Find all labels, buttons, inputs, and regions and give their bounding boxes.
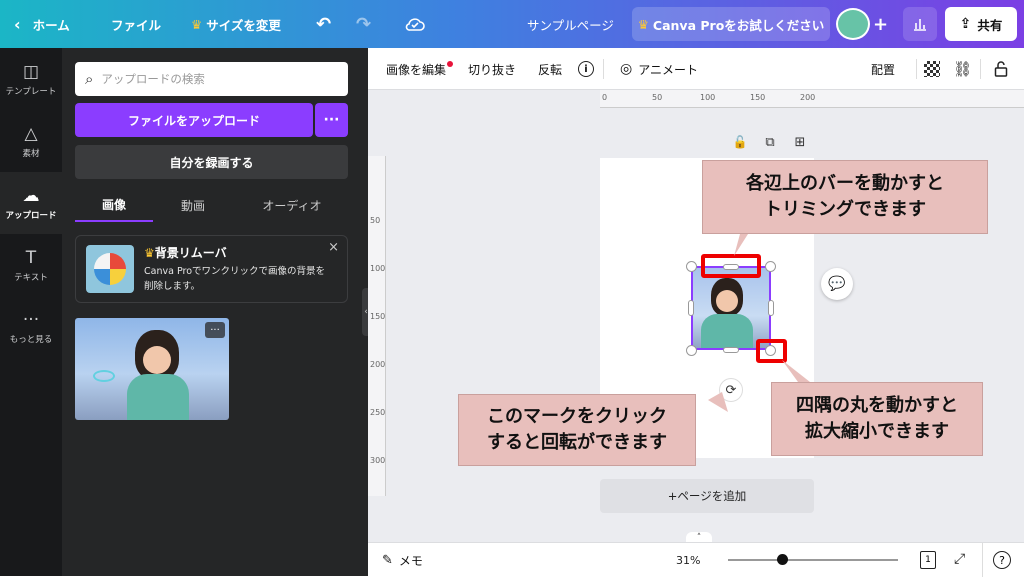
rail-item-templates[interactable]: ◫ テンプレート bbox=[0, 48, 62, 110]
search-placeholder: アップロードの検索 bbox=[101, 72, 205, 86]
resize-label: サイズを変更 bbox=[206, 17, 281, 33]
design-title[interactable]: サンプルページ bbox=[527, 0, 614, 48]
chevron-left-icon: ‹ bbox=[14, 14, 21, 34]
zoom-slider[interactable] bbox=[728, 554, 898, 565]
tab-audio[interactable]: オーディオ bbox=[242, 188, 342, 222]
upload-more-button[interactable]: ··· bbox=[315, 103, 348, 137]
shapes-icon: △ bbox=[24, 123, 38, 144]
cloud-saved-icon[interactable] bbox=[404, 0, 426, 48]
file-menu-button[interactable]: ファイル bbox=[111, 0, 161, 48]
notes-label: メモ bbox=[398, 553, 423, 568]
redo-icon[interactable]: ↷ bbox=[356, 0, 371, 48]
thumbnail-more-button[interactable]: ··· bbox=[205, 322, 225, 338]
share-label: 共有 bbox=[977, 17, 1003, 33]
uploads-panel: ⌕ アップロードの検索 ファイルをアップロード ··· 自分を録画する 画像 動… bbox=[62, 48, 370, 576]
promo-title: 背景リムーバ bbox=[154, 246, 227, 260]
tab-videos[interactable]: 動画 bbox=[158, 188, 228, 222]
share-button[interactable]: ⇪ 共有 bbox=[945, 7, 1017, 41]
editor-workspace: 画像を編集 切り抜き 反転 i ◎ アニメート 配置 ⛓ 0 50 100 15… bbox=[368, 48, 1024, 577]
promo-title-row: ♛背景リムーバ bbox=[144, 244, 227, 261]
undo-icon[interactable]: ↶ bbox=[316, 0, 331, 48]
search-icon: ⌕ bbox=[85, 70, 94, 88]
rail-item-more[interactable]: ··· もっと見る bbox=[0, 296, 62, 358]
side-rail: ◫ テンプレート △ 素材 ☁ アップロード T テキスト ··· もっと見る bbox=[0, 48, 62, 576]
pro-trial-button[interactable]: ♛ Canva Proをお試しください bbox=[632, 7, 830, 41]
search-input[interactable]: ⌕ アップロードの検索 bbox=[75, 62, 348, 96]
more-dots-icon: ··· bbox=[22, 309, 40, 330]
resize-button[interactable]: ♛ サイズを変更 bbox=[191, 0, 281, 48]
promo-image bbox=[86, 245, 134, 293]
rail-item-label: テキスト bbox=[14, 272, 48, 283]
uploaded-image-thumbnail[interactable]: ··· bbox=[75, 318, 229, 420]
layout-icon: ◫ bbox=[22, 61, 40, 82]
help-button[interactable]: ? bbox=[993, 551, 1011, 569]
insights-icon[interactable] bbox=[903, 7, 937, 41]
add-collaborator-icon[interactable]: + bbox=[873, 0, 888, 48]
rail-item-label: 素材 bbox=[22, 148, 40, 159]
avatar[interactable] bbox=[836, 8, 870, 40]
footer-divider bbox=[982, 543, 983, 577]
text-icon: T bbox=[25, 247, 37, 268]
crown-icon: ♛ bbox=[191, 16, 203, 32]
rail-item-label: アップロード bbox=[5, 210, 57, 221]
rail-item-elements[interactable]: △ 素材 bbox=[0, 110, 62, 172]
rail-item-uploads[interactable]: ☁ アップロード bbox=[0, 172, 62, 234]
bottom-bar: ✎ メモ 31% 1 ⤢ ? bbox=[368, 542, 1024, 577]
upload-cloud-icon: ☁ bbox=[22, 185, 40, 206]
zoom-slider-thumb[interactable] bbox=[777, 554, 789, 565]
share-icon: ⇪ bbox=[959, 16, 972, 32]
bg-remover-promo[interactable]: ♛背景リムーバ Canva Proでワンクリックで画像の背景を削除します。 × bbox=[75, 235, 348, 303]
close-icon[interactable]: × bbox=[328, 240, 339, 255]
home-button[interactable]: ‹ ホーム bbox=[14, 0, 70, 48]
tab-images[interactable]: 画像 bbox=[75, 188, 153, 222]
pro-trial-label: Canva Proをお試しください bbox=[652, 17, 825, 33]
top-bar: ‹ ホーム ファイル ♛ サイズを変更 ↶ ↷ サンプルページ ♛ Canva … bbox=[0, 0, 1024, 48]
callout-resize: 四隅の丸を動かすと 拡大縮小できます bbox=[771, 382, 983, 456]
add-page-button[interactable]: +ページを追加 bbox=[600, 479, 814, 513]
rail-item-label: テンプレート bbox=[5, 86, 57, 97]
callout-trim: 各辺上のバーを動かすと トリミングできます bbox=[702, 160, 988, 234]
page-count-button[interactable]: 1 bbox=[920, 551, 936, 569]
rail-item-text[interactable]: T テキスト bbox=[0, 234, 62, 296]
zoom-percent[interactable]: 31% bbox=[676, 543, 700, 577]
promo-body: Canva Proでワンクリックで画像の背景を削除します。 bbox=[144, 266, 326, 292]
rail-item-label: もっと見る bbox=[9, 334, 53, 345]
notes-icon: ✎ bbox=[382, 552, 393, 568]
crown-icon: ♛ bbox=[144, 246, 155, 260]
home-label: ホーム bbox=[32, 17, 70, 33]
crown-icon: ♛ bbox=[637, 16, 649, 32]
upload-file-button[interactable]: ファイルをアップロード bbox=[75, 103, 313, 137]
callout-rotate: このマークをクリック すると回転ができます bbox=[458, 394, 696, 466]
fullscreen-icon[interactable]: ⤢ bbox=[954, 551, 965, 567]
notes-button[interactable]: ✎ メモ bbox=[382, 543, 423, 577]
record-yourself-button[interactable]: 自分を録画する bbox=[75, 145, 348, 179]
